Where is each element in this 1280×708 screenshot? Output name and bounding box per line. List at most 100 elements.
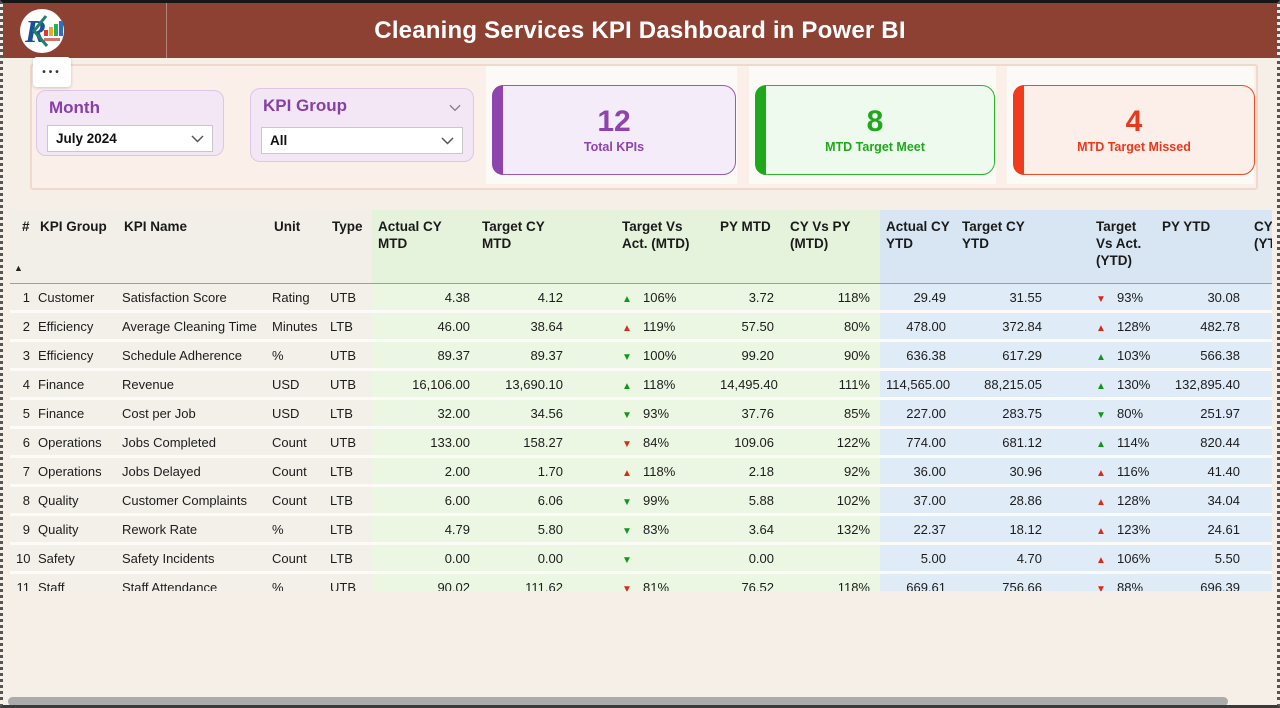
- table-row: 8 Quality Customer Complaints Count LTB 6.00 6…: [10, 487, 1272, 516]
- column-header-py_mtd[interactable]: PY MTD: [714, 210, 784, 284]
- cell-num: 9: [10, 516, 34, 545]
- company-logo-icon: R: [19, 8, 65, 54]
- cell-cy_vs_py_ytd: [1248, 487, 1272, 516]
- card-accent-bar: [1013, 85, 1024, 175]
- arrow-down-icon: ▼: [622, 583, 632, 592]
- column-header-unit[interactable]: Unit: [268, 210, 326, 284]
- cell-py_ytd: 482.78: [1156, 313, 1248, 342]
- kpi-table: # ▲ KPI Group KPI Name Unit Type Actual CY MTD…: [10, 210, 1272, 591]
- cell-target_mtd: 5.80: [476, 516, 570, 545]
- cell-cy_vs_py_ytd: [1248, 284, 1272, 313]
- app-header: R Cleaning Services KPI Dashboard in Pow…: [3, 3, 1277, 58]
- arrow-up-icon: ▲: [1096, 351, 1106, 363]
- column-header-tva_mtd[interactable]: Target Vs Act. (MTD): [570, 210, 714, 284]
- mtd-target-missed-card[interactable]: 4 MTD Target Missed: [1013, 85, 1255, 175]
- cell-py_mtd: 37.76: [714, 400, 784, 429]
- cell-actual_mtd: 89.37: [372, 342, 476, 371]
- cell-cy_vs_py_ytd: [1248, 429, 1272, 458]
- cell-target_ytd: 756.66: [956, 574, 1052, 591]
- cell-num: 3: [10, 342, 34, 371]
- column-header-name[interactable]: KPI Name: [118, 210, 268, 284]
- cell-tva_mtd: ▼: [570, 545, 714, 574]
- column-header-tva_ytd[interactable]: Target Vs Act. (YTD): [1052, 210, 1156, 284]
- cell-group: Efficiency: [34, 313, 118, 342]
- column-header-actual_ytd[interactable]: Actual CY YTD: [880, 210, 956, 284]
- total-kpis-card[interactable]: 12 Total KPIs: [492, 85, 736, 175]
- cell-py_mtd: 76.52: [714, 574, 784, 591]
- cell-target_ytd: 31.55: [956, 284, 1052, 313]
- cell-unit: USD: [268, 400, 326, 429]
- header-divider: [166, 3, 167, 58]
- collapse-chevron-icon[interactable]: [449, 99, 461, 117]
- target-vs-actual-pct: 88%: [1117, 579, 1144, 592]
- arrow-down-icon: ▼: [1096, 409, 1106, 421]
- column-header-actual_mtd[interactable]: Actual CY MTD: [372, 210, 476, 284]
- cell-type: UTB: [326, 342, 372, 371]
- arrow-up-icon: ▲: [1096, 554, 1106, 566]
- cell-cy_vs_py_mtd: 102%: [784, 487, 880, 516]
- target-vs-actual-pct: 118%: [643, 463, 676, 479]
- cell-group: Quality: [34, 487, 118, 516]
- cell-unit: Minutes: [268, 313, 326, 342]
- kpi-group-select[interactable]: All: [261, 127, 463, 154]
- cell-actual_mtd: 2.00: [372, 458, 476, 487]
- cell-unit: Count: [268, 487, 326, 516]
- cell-group: Safety: [34, 545, 118, 574]
- more-options-button[interactable]: •••: [33, 57, 71, 87]
- cell-actual_ytd: 22.37: [880, 516, 956, 545]
- cell-actual_mtd: 0.00: [372, 545, 476, 574]
- column-header-target_ytd[interactable]: Target CY YTD: [956, 210, 1052, 284]
- kpi-group-slicer: KPI Group All: [250, 88, 474, 162]
- column-header-group[interactable]: KPI Group: [34, 210, 118, 284]
- arrow-up-icon: ▲: [622, 293, 632, 305]
- month-select[interactable]: July 2024: [47, 125, 213, 152]
- arrow-up-icon: ▲: [1096, 438, 1106, 450]
- cell-py_mtd: 0.00: [714, 545, 784, 574]
- target-vs-actual-pct: 128%: [1117, 492, 1151, 508]
- column-header-cy_vs_py_mtd[interactable]: CY Vs PY (MTD): [784, 210, 880, 284]
- cell-name: Jobs Completed: [118, 429, 268, 458]
- cell-target_ytd: 283.75: [956, 400, 1052, 429]
- target-vs-actual-pct: 100%: [643, 347, 677, 363]
- cell-num: 4: [10, 371, 34, 400]
- target-vs-actual-pct: 106%: [643, 289, 677, 305]
- column-header-cy_vs_py_ytd[interactable]: CY Vs PY (YTD): [1248, 210, 1272, 284]
- cell-cy_vs_py_ytd: [1248, 574, 1272, 591]
- cell-tva_ytd: ▲ 103%: [1052, 342, 1156, 371]
- cell-tva_mtd: ▼ 93%: [570, 400, 714, 429]
- mtd-target-meet-card[interactable]: 8 MTD Target Meet: [755, 85, 995, 175]
- cell-target_ytd: 18.12: [956, 516, 1052, 545]
- cell-tva_ytd: ▼ 80%: [1052, 400, 1156, 429]
- column-header-type[interactable]: Type: [326, 210, 372, 284]
- cell-actual_mtd: 46.00: [372, 313, 476, 342]
- cell-unit: %: [268, 516, 326, 545]
- column-header-target_mtd[interactable]: Target CY MTD: [476, 210, 570, 284]
- mtd-target-missed-label: MTD Target Missed: [1077, 139, 1191, 154]
- cell-target_ytd: 681.12: [956, 429, 1052, 458]
- cell-type: UTB: [326, 429, 372, 458]
- target-vs-actual-pct: 84%: [643, 434, 670, 450]
- cell-cy_vs_py_mtd: 122%: [784, 429, 880, 458]
- cell-type: LTB: [326, 313, 372, 342]
- cell-cy_vs_py_ytd: [1248, 545, 1272, 574]
- cell-unit: Count: [268, 545, 326, 574]
- cell-name: Revenue: [118, 371, 268, 400]
- arrow-up-icon: ▲: [1096, 525, 1106, 537]
- cell-cy_vs_py_mtd: 118%: [784, 284, 880, 313]
- cell-num: 5: [10, 400, 34, 429]
- cell-py_mtd: 14,495.40: [714, 371, 784, 400]
- column-header-py_ytd[interactable]: PY YTD: [1156, 210, 1248, 284]
- card-accent-bar: [755, 85, 766, 175]
- cell-py_mtd: 5.88: [714, 487, 784, 516]
- cell-type: LTB: [326, 545, 372, 574]
- cell-group: Operations: [34, 458, 118, 487]
- horizontal-scrollbar[interactable]: [8, 697, 1228, 706]
- target-vs-actual-pct: 119%: [643, 318, 676, 334]
- cell-cy_vs_py_ytd: [1248, 458, 1272, 487]
- table-row: 9 Quality Rework Rate% LTB 4.79 5.80 ▼ 83% 3.64 1…: [10, 516, 1272, 545]
- cell-tva_mtd: ▼ 81%: [570, 574, 714, 591]
- column-header-num[interactable]: # ▲: [10, 210, 34, 284]
- cell-target_mtd: 89.37: [476, 342, 570, 371]
- arrow-down-icon: ▼: [1096, 583, 1106, 592]
- cell-target_mtd: 158.27: [476, 429, 570, 458]
